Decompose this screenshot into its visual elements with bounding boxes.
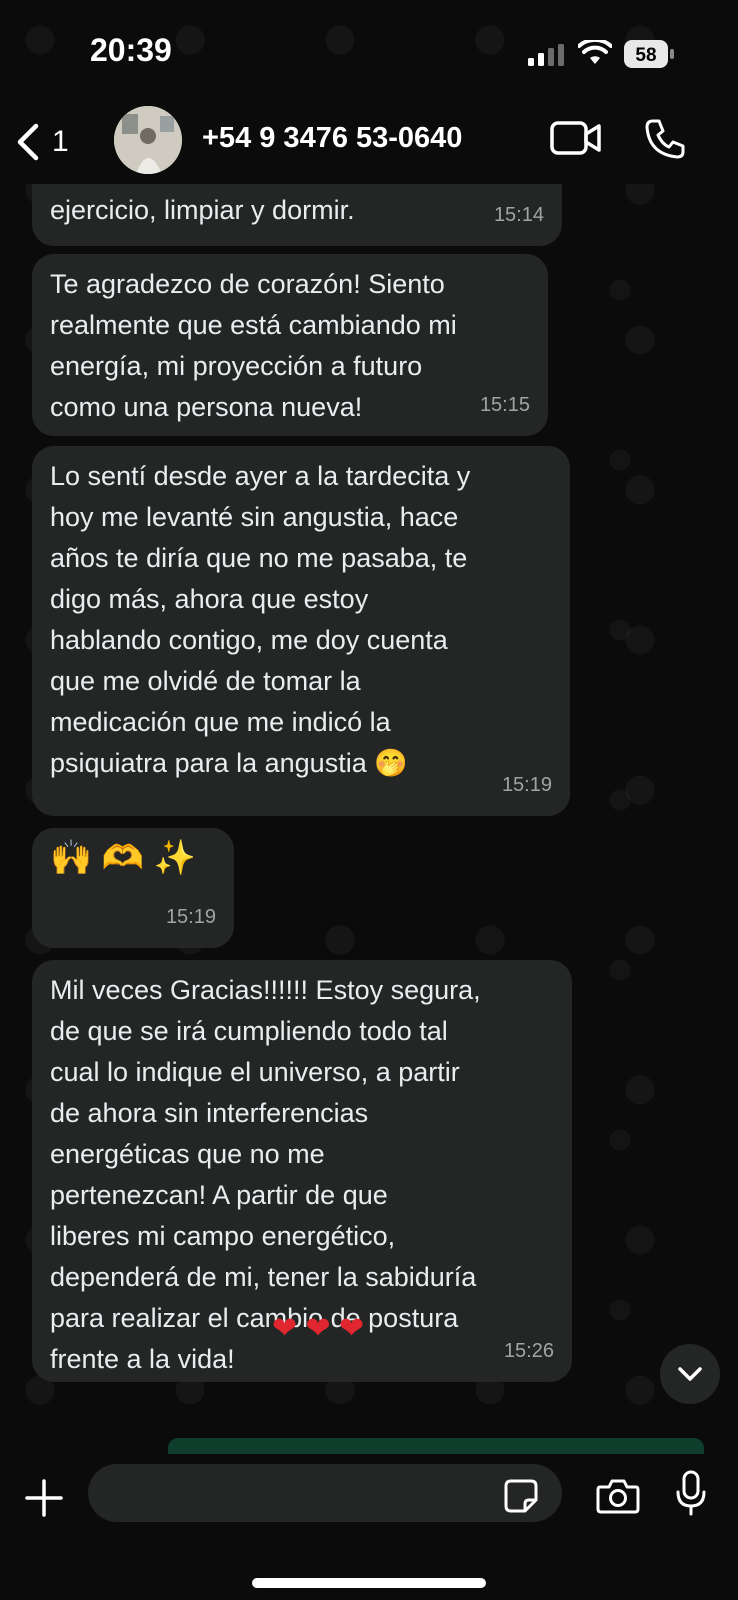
message-time: 15:19 <box>501 774 552 796</box>
message-text: Lo sentí desde ayer a la tardecita y hoy… <box>50 461 471 778</box>
battery-icon: 58 <box>624 40 674 68</box>
message-input[interactable] <box>88 1464 562 1522</box>
camera-icon[interactable] <box>596 1478 640 1514</box>
message-text: ejercicio, limpiar y dormir. <box>50 195 355 225</box>
status-bar: 20:39 58 <box>0 0 738 100</box>
partial-sent-bubble <box>168 1438 704 1454</box>
message-time: 15:26 <box>503 1340 554 1362</box>
message-bubble[interactable]: Lo sentí desde ayer a la tardecita y hoy… <box>32 446 570 816</box>
contact-avatar[interactable] <box>114 106 182 174</box>
home-indicator <box>252 1578 486 1588</box>
signal-icon <box>528 44 564 66</box>
scroll-to-bottom-button[interactable] <box>660 1344 720 1404</box>
unread-count: 1 <box>52 125 69 158</box>
battery-level: 58 <box>635 45 656 66</box>
phone-icon[interactable] <box>644 118 686 160</box>
sticker-icon[interactable] <box>503 1478 539 1514</box>
message-list[interactable]: ejercicio, limpiar y dormir. 15:14 Te ag… <box>0 184 738 1454</box>
composer-bar <box>0 1454 738 1600</box>
message-time: 15:19 <box>165 906 216 928</box>
chevron-left-icon <box>17 123 39 161</box>
message-bubble[interactable]: ejercicio, limpiar y dormir. 15:14 <box>32 184 562 246</box>
wifi-icon <box>578 40 612 64</box>
chat-header: 1 +54 9 3476 53-0640 <box>0 100 738 184</box>
microphone-icon[interactable] <box>676 1470 706 1516</box>
message-bubble[interactable]: 🙌 🫶 ✨ 15:19 <box>32 828 234 948</box>
plus-icon[interactable] <box>24 1478 64 1518</box>
message-time: 15:14 <box>493 204 544 226</box>
message-bubble[interactable]: Mil veces Gracias!!!!!! Estoy segura, de… <box>32 960 572 1382</box>
back-button[interactable]: 1 <box>14 118 94 166</box>
message-text: Te agradezco de corazón! Siento realment… <box>50 269 457 422</box>
chevron-down-icon <box>678 1367 702 1381</box>
video-camera-icon[interactable] <box>550 120 602 156</box>
message-bubble[interactable]: Te agradezco de corazón! Siento realment… <box>32 254 548 436</box>
contact-name[interactable]: +54 9 3476 53-0640 <box>202 122 462 155</box>
avatar-image <box>114 106 182 174</box>
message-text: 🙌 🫶 ✨ <box>50 839 196 877</box>
status-time: 20:39 <box>90 32 172 68</box>
hearts-emoji: ❤ ❤ ❤ <box>272 1312 365 1345</box>
message-time: 15:15 <box>479 394 530 416</box>
